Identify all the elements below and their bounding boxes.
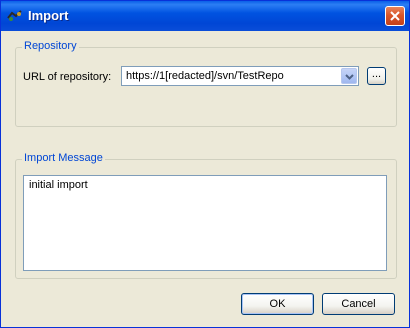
cancel-button[interactable]: Cancel [322, 293, 395, 315]
close-icon [390, 11, 400, 21]
window-title: Import [28, 8, 69, 23]
close-button[interactable] [385, 6, 405, 26]
url-value: https://1[redacted]/svn/TestRepo [126, 70, 284, 82]
ok-button[interactable]: OK [241, 293, 314, 315]
import-app-icon [7, 9, 23, 23]
chevron-down-icon [345, 74, 354, 80]
title-bar[interactable]: Import [1, 1, 409, 31]
repository-group: Repository [15, 40, 397, 127]
dialog-body: Repository URL of repository: https://1[… [1, 31, 409, 327]
url-combobox[interactable]: https://1[redacted]/svn/TestRepo [121, 66, 359, 86]
import-dialog: Import Repository URL of repository: htt… [0, 0, 410, 328]
import-message-textarea[interactable]: initial import [23, 175, 387, 271]
import-message-group-title: Import Message [22, 152, 105, 164]
dropdown-arrow-button[interactable] [341, 68, 357, 84]
repository-group-title: Repository [22, 40, 79, 52]
browse-button[interactable]: ... [367, 67, 386, 85]
url-label: URL of repository: [23, 71, 112, 83]
